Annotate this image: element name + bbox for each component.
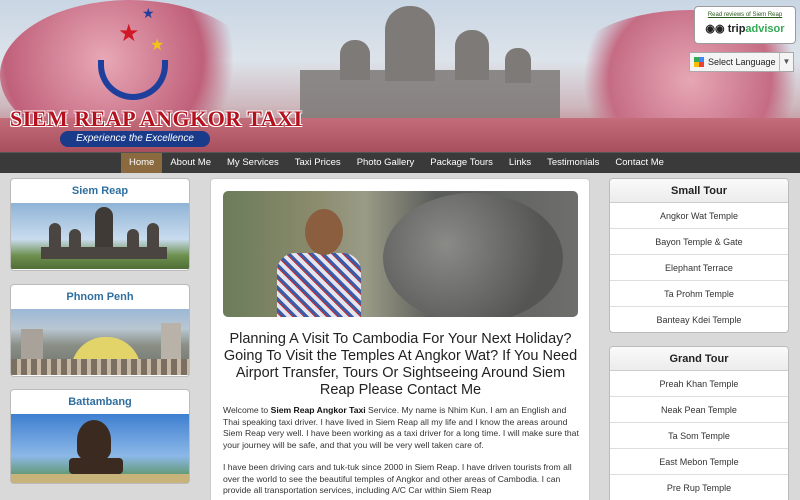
site-header: ★ ★ ★ SIEM REAP ANGKOR TAXI Experience t… (0, 0, 800, 152)
grand-tour-panel: Grand Tour Preah Khan Temple Neak Pean T… (609, 346, 789, 500)
main-content: Planning A Visit To Cambodia For Your Ne… (210, 178, 590, 500)
logo-tagline: Experience the Excellence (60, 131, 210, 147)
nav-testimonials[interactable]: Testimonials (539, 153, 607, 173)
tour-link-angkor-wat[interactable]: Angkor Wat Temple (610, 203, 788, 229)
driver-shirt (277, 253, 361, 317)
destination-title[interactable]: Battambang (11, 390, 189, 414)
grand-tour-title: Grand Tour (610, 347, 788, 371)
destination-card-siem-reap[interactable]: Siem Reap (10, 178, 190, 271)
tour-link-pre-rup[interactable]: Pre Rup Temple (610, 475, 788, 500)
page-headline: Planning A Visit To Cambodia For Your Ne… (223, 331, 578, 398)
tour-link-ta-prohm[interactable]: Ta Prohm Temple (610, 281, 788, 307)
tour-link-banteay-kdei[interactable]: Banteay Kdei Temple (610, 307, 788, 332)
yellow-star-icon: ★ (150, 37, 165, 54)
nav-photo-gallery[interactable]: Photo Gallery (349, 153, 423, 173)
intro-prefix: Welcome to (223, 405, 271, 415)
tour-link-bayon[interactable]: Bayon Temple & Gate (610, 229, 788, 255)
nav-my-services[interactable]: My Services (219, 153, 287, 173)
destination-card-phnom-penh[interactable]: Phnom Penh (10, 284, 190, 377)
phnom-penh-image[interactable] (11, 309, 189, 375)
tour-link-neak-pean[interactable]: Neak Pean Temple (610, 397, 788, 423)
tour-link-ta-som[interactable]: Ta Som Temple (610, 423, 788, 449)
logo-title[interactable]: SIEM REAP ANGKOR TAXI (10, 106, 303, 132)
experience-paragraph: I have been driving cars and tuk-tuk sin… (223, 462, 572, 496)
battambang-statue-image[interactable] (11, 414, 189, 483)
main-nav: Home About Me My Services Taxi Prices Ph… (0, 152, 800, 173)
tour-link-east-mebon[interactable]: East Mebon Temple (610, 449, 788, 475)
stone-jar (383, 193, 563, 317)
tour-link-preah-khan[interactable]: Preah Khan Temple (610, 371, 788, 397)
business-name: Siem Reap Angkor Taxi (270, 405, 366, 415)
angkor-wat-image[interactable] (11, 203, 189, 269)
driver-photo (223, 191, 578, 317)
tripadvisor-review-link[interactable]: Read reviews of Siem Reap (695, 12, 795, 18)
nav-package-tours[interactable]: Package Tours (422, 153, 501, 173)
nav-about-me[interactable]: About Me (162, 153, 219, 173)
intro-paragraph: Welcome to Siem Reap Angkor Taxi Service… (223, 405, 581, 451)
tripadvisor-brand-accent: advisor (745, 23, 785, 35)
chevron-down-icon[interactable]: ▼ (779, 53, 793, 71)
nav-home[interactable]: Home (121, 153, 163, 173)
language-select[interactable]: Select Language ▼ (689, 52, 794, 72)
owl-icon: ◉◉ (705, 23, 728, 35)
destination-title[interactable]: Phnom Penh (11, 285, 189, 309)
tripadvisor-brand: trip (727, 23, 746, 35)
google-icon (694, 57, 704, 67)
small-tour-panel: Small Tour Angkor Wat Temple Bayon Templ… (609, 178, 789, 333)
tour-link-elephant-terrace[interactable]: Elephant Terrace (610, 255, 788, 281)
language-select-label: Select Language (708, 57, 776, 67)
tripadvisor-badge[interactable]: Read reviews of Siem Reap ◉◉ tripadvisor (694, 6, 796, 44)
red-star-icon: ★ (118, 20, 140, 47)
tripadvisor-logo: ◉◉ tripadvisor (695, 22, 795, 35)
nav-links[interactable]: Links (501, 153, 539, 173)
destination-title[interactable]: Siem Reap (11, 179, 189, 203)
small-tour-title: Small Tour (610, 179, 788, 203)
destination-card-battambang[interactable]: Battambang (10, 389, 190, 484)
nav-contact-me[interactable]: Contact Me (607, 153, 672, 173)
blue-star-icon: ★ (142, 5, 155, 21)
driver-head (305, 209, 343, 255)
nav-taxi-prices[interactable]: Taxi Prices (287, 153, 349, 173)
